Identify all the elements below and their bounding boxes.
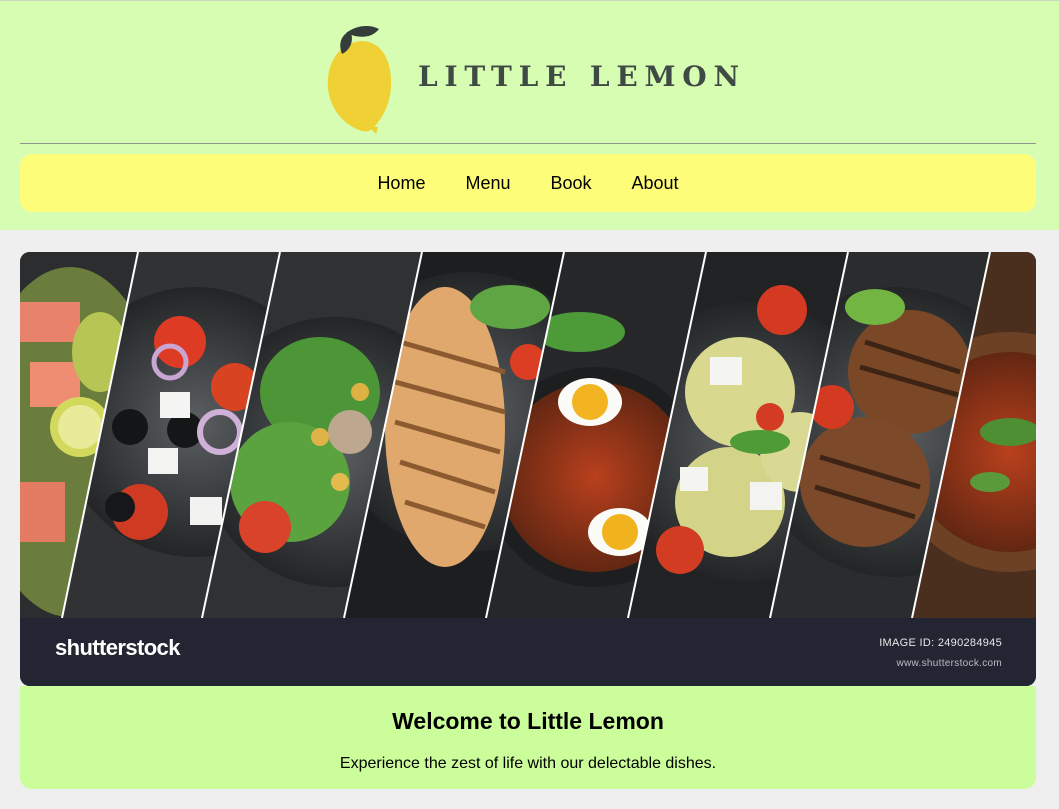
welcome-section: Welcome to Little Lemon Experience the z… xyxy=(20,686,1036,789)
stock-url: www.shutterstock.com xyxy=(896,658,1002,669)
stock-footer: shutterstock IMAGE ID: 2490284945 www.sh… xyxy=(20,618,1036,686)
main-nav: Home Menu Book About xyxy=(20,154,1036,212)
food-collage-image xyxy=(20,252,1036,618)
brand-name: LITTLE LEMON xyxy=(418,59,746,93)
stock-logo: shutterstock xyxy=(55,635,180,660)
hero-banner: shutterstock IMAGE ID: 2490284945 www.sh… xyxy=(20,252,1036,686)
welcome-text: Experience the zest of life with our del… xyxy=(339,755,717,772)
welcome-title: Welcome to Little Lemon xyxy=(392,708,664,734)
nav-home-link[interactable]: Home xyxy=(377,173,425,194)
image-id: IMAGE ID: 2490284945 xyxy=(879,637,1002,649)
brand[interactable]: LITTLE LEMON xyxy=(320,17,750,135)
header-divider xyxy=(20,143,1036,144)
nav-menu-link[interactable]: Menu xyxy=(465,173,510,194)
nav-about-link[interactable]: About xyxy=(632,173,679,194)
site-header: LITTLE LEMON Home Menu Book About xyxy=(0,0,1059,230)
nav-book-link[interactable]: Book xyxy=(550,173,591,194)
lemon-icon xyxy=(327,25,392,134)
